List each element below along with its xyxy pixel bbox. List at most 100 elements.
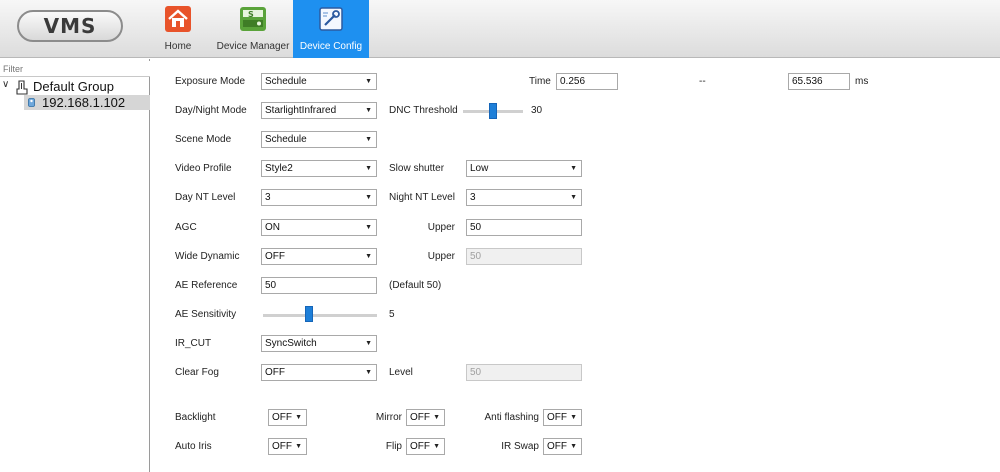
night-nt-level-select[interactable]: 3 ▼ (466, 189, 582, 206)
mirror-value: OFF (410, 412, 430, 423)
scene-mode-value: Schedule (265, 134, 307, 145)
dropdown-arrow-icon: ▼ (365, 194, 372, 201)
dropdown-arrow-icon: ▼ (365, 340, 372, 347)
filter-input[interactable] (0, 61, 150, 77)
nav-device-manager-label: Device Manager (216, 41, 290, 52)
slow-shutter-label: Slow shutter (389, 163, 445, 174)
ae-sensitivity-slider-track[interactable] (263, 314, 377, 317)
clear-fog-select[interactable]: OFF ▼ (261, 364, 377, 381)
dropdown-arrow-icon: ▼ (365, 369, 372, 376)
wd-upper-label: Upper (427, 251, 455, 262)
dropdown-arrow-icon: ▼ (433, 443, 440, 450)
dropdown-arrow-icon: ▼ (295, 443, 302, 450)
ae-sensitivity-slider-thumb[interactable] (304, 306, 313, 322)
flip-select[interactable]: OFF ▼ (406, 438, 445, 455)
video-profile-value: Style2 (265, 163, 293, 174)
dropdown-arrow-icon: ▼ (365, 253, 372, 260)
svg-text:S: S (248, 10, 254, 19)
agc-upper-input[interactable]: 50 (466, 219, 582, 236)
dropdown-arrow-icon: ▼ (570, 165, 577, 172)
slow-shutter-value: Low (470, 163, 489, 174)
device-config-icon (319, 7, 343, 31)
video-profile-select[interactable]: Style2 ▼ (261, 160, 377, 177)
time-unit: ms (855, 76, 869, 87)
auto-iris-select[interactable]: OFF ▼ (268, 438, 307, 455)
nav-device-manager-button[interactable]: S Device Manager (214, 0, 292, 58)
agc-select[interactable]: ON ▼ (261, 219, 377, 236)
backlight-value: OFF (272, 412, 292, 423)
ae-sensitivity-value: 5 (389, 309, 395, 320)
day-night-mode-value: StarlightInfrared (265, 105, 337, 116)
day-nt-level-value: 3 (265, 192, 271, 203)
agc-upper-label: Upper (427, 222, 455, 233)
video-profile-label: Video Profile (175, 163, 232, 174)
camera-icon (28, 98, 35, 107)
dropdown-arrow-icon: ▼ (433, 414, 440, 421)
dropdown-arrow-icon: ▼ (365, 224, 372, 231)
ir-cut-select[interactable]: SyncSwitch ▼ (261, 335, 377, 352)
scene-mode-select[interactable]: Schedule ▼ (261, 131, 377, 148)
dropdown-arrow-icon: ▼ (570, 194, 577, 201)
tree-group-default[interactable]: ∨ Default Group (0, 79, 150, 95)
dnc-threshold-label: DNC Threshold (389, 105, 458, 116)
mirror-label: Mirror (375, 412, 402, 423)
dropdown-arrow-icon: ▼ (365, 107, 372, 114)
dropdown-arrow-icon: ▼ (570, 414, 577, 421)
ir-cut-value: SyncSwitch (265, 338, 317, 349)
chevron-down-icon[interactable]: ∨ (2, 79, 9, 90)
dnc-threshold-slider-thumb[interactable] (489, 103, 497, 119)
backlight-label: Backlight (175, 412, 216, 423)
anti-flashing-select[interactable]: OFF ▼ (543, 409, 582, 426)
scene-mode-label: Scene Mode (175, 134, 232, 145)
day-nt-level-label: Day NT Level (175, 192, 236, 203)
night-nt-level-value: 3 (470, 192, 476, 203)
night-nt-level-label: Night NT Level (389, 192, 455, 203)
ir-cut-label: IR_CUT (175, 338, 212, 349)
agc-value: ON (265, 222, 280, 233)
anti-flashing-label: Anti flashing (484, 412, 539, 423)
day-nt-level-select[interactable]: 3 ▼ (261, 189, 377, 206)
mirror-select[interactable]: OFF ▼ (406, 409, 445, 426)
ae-sensitivity-label: AE Sensitivity (175, 309, 237, 320)
dropdown-arrow-icon: ▼ (570, 443, 577, 450)
time-separator: -- (699, 76, 706, 87)
auto-iris-value: OFF (272, 441, 292, 452)
top-toolbar: VMS Home S Device Manager Device Config (0, 0, 1000, 58)
clear-fog-value: OFF (265, 367, 285, 378)
ir-swap-value: OFF (547, 441, 567, 452)
time-min-input[interactable]: 0.256 (556, 73, 618, 90)
home-icon (165, 6, 191, 32)
vms-logo: VMS (17, 10, 123, 42)
dropdown-arrow-icon: ▼ (365, 78, 372, 85)
tree-device-item[interactable]: 192.168.1.102 (24, 95, 150, 110)
nav-device-config-button[interactable]: Device Config (293, 0, 369, 58)
time-label: Time (529, 76, 551, 87)
nav-home-button[interactable]: Home (157, 0, 199, 58)
day-night-mode-select[interactable]: StarlightInfrared ▼ (261, 102, 377, 119)
dropdown-arrow-icon: ▼ (365, 136, 372, 143)
dropdown-arrow-icon: ▼ (295, 414, 302, 421)
nav-device-config-label: Device Config (299, 41, 363, 52)
dnc-threshold-value: 30 (531, 105, 543, 116)
ir-swap-select[interactable]: OFF ▼ (543, 438, 582, 455)
backlight-select[interactable]: OFF ▼ (268, 409, 307, 426)
flip-label: Flip (385, 441, 402, 452)
group-icon (16, 80, 28, 95)
device-tree-sidebar: ∨ Default Group 192.168.1.102 (0, 59, 150, 472)
time-max-input[interactable]: 65.536 (788, 73, 850, 90)
nav-home-label: Home (164, 41, 192, 52)
exposure-mode-value: Schedule (265, 76, 307, 87)
auto-iris-label: Auto Iris (175, 441, 212, 452)
wd-upper-input: 50 (466, 248, 582, 265)
ae-reference-input[interactable]: 50 (261, 277, 377, 294)
dropdown-arrow-icon: ▼ (365, 165, 372, 172)
ir-swap-label: IR Swap (501, 441, 539, 452)
exposure-mode-select[interactable]: Schedule ▼ (261, 73, 377, 90)
agc-label: AGC (175, 222, 197, 233)
ae-reference-hint: (Default 50) (389, 280, 442, 291)
slow-shutter-select[interactable]: Low ▼ (466, 160, 582, 177)
fog-level-input: 50 (466, 364, 582, 381)
wide-dynamic-select[interactable]: OFF ▼ (261, 248, 377, 265)
wide-dynamic-value: OFF (265, 251, 285, 262)
anti-flashing-value: OFF (547, 412, 567, 423)
